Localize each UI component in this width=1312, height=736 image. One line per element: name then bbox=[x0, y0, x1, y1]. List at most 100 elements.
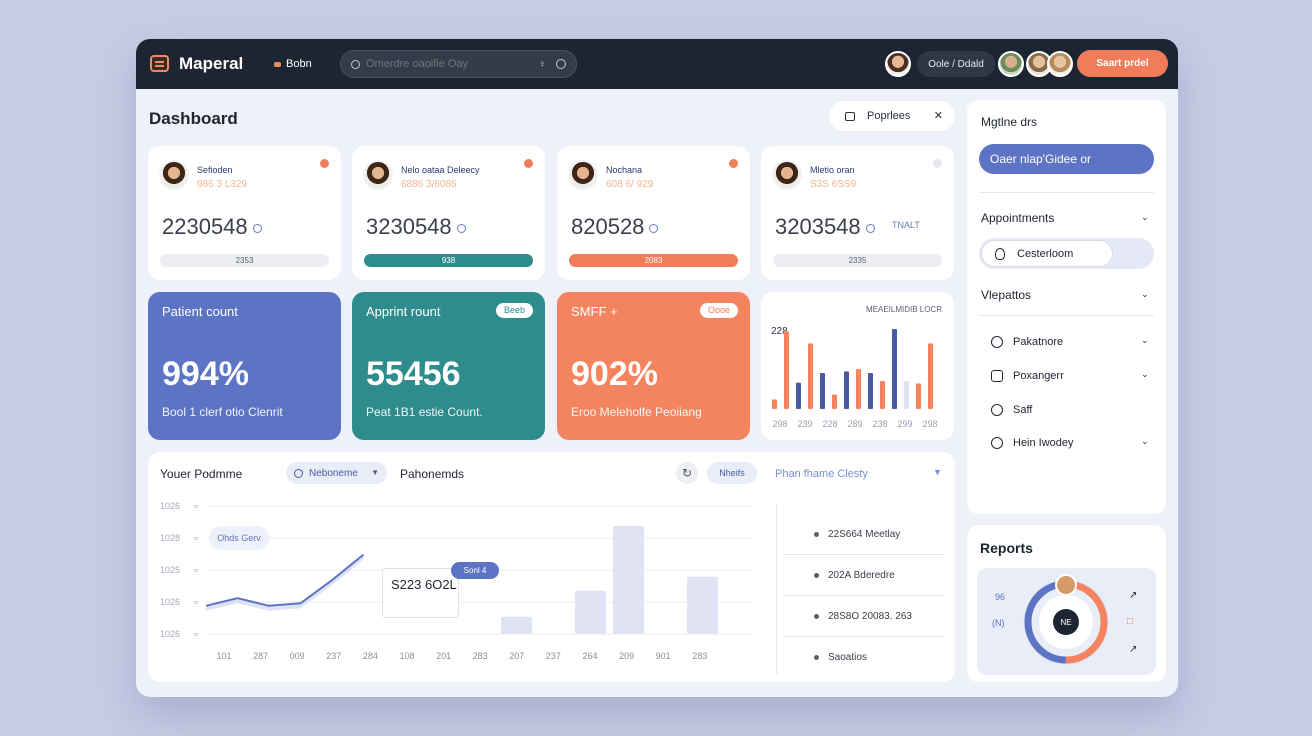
pin-icon bbox=[991, 336, 1003, 348]
mini-chart-bar bbox=[928, 343, 933, 409]
stat-card-name: Mletio oran bbox=[810, 165, 855, 175]
start-button[interactable]: Saart prdel bbox=[1077, 50, 1168, 77]
divider bbox=[776, 504, 777, 674]
chevron-down-icon[interactable]: ⌄ bbox=[1141, 369, 1149, 380]
search-bar[interactable]: ♀ bbox=[340, 50, 577, 78]
close-icon[interactable]: ✕ bbox=[934, 109, 943, 122]
filter-chip[interactable]: Poprlees ✕ bbox=[829, 101, 955, 131]
list-item-label: 22S664 Meetlay bbox=[828, 528, 901, 540]
calendar-icon bbox=[845, 111, 855, 121]
stat-card[interactable]: Nelo oataa Deleecy 6886 3/6086 3230548 9… bbox=[352, 146, 545, 280]
arrow-icon[interactable]: ↗ bbox=[1129, 644, 1137, 655]
report-side-label: 96 bbox=[995, 592, 1006, 602]
divider bbox=[979, 315, 1154, 316]
card-badge[interactable]: Beeb bbox=[495, 303, 533, 318]
chevron-down-icon[interactable]: ⌄ bbox=[1141, 212, 1149, 223]
mini-chart-bar bbox=[868, 373, 873, 409]
chevron-down-icon[interactable]: ⌄ bbox=[1141, 436, 1149, 447]
app-name: Maperal bbox=[179, 54, 244, 73]
list-item[interactable]: Saoatios bbox=[784, 637, 944, 678]
card-label: Apprint rount bbox=[366, 304, 441, 319]
target-icon[interactable] bbox=[556, 59, 566, 69]
stat-card-name: Nelo oataa Deleecy bbox=[401, 165, 480, 175]
mini-chart-bar bbox=[880, 381, 885, 409]
info-icon bbox=[649, 223, 659, 233]
filter-pill[interactable]: Nheifs bbox=[707, 462, 757, 484]
mini-chart-bar bbox=[856, 369, 861, 409]
card-desc: Peat 1B1 estie Count. bbox=[366, 405, 483, 419]
chart-tooltip: S223 6O2L bbox=[382, 568, 459, 618]
chevron-down-icon[interactable]: ⌄ bbox=[1141, 335, 1149, 346]
avatar bbox=[1055, 574, 1077, 596]
location-pin-icon[interactable]: ♀ bbox=[539, 59, 547, 70]
patient-count-card[interactable]: Patient count 994% Bool 1 clerf otio Cle… bbox=[148, 292, 341, 440]
tab-link[interactable]: Pahonemds bbox=[400, 467, 464, 481]
circle-icon bbox=[294, 468, 303, 478]
mini-chart-bar bbox=[772, 399, 777, 409]
x-axis-label: 283 bbox=[692, 651, 707, 661]
y-axis-tick: ≈ bbox=[194, 598, 199, 607]
team-avatar[interactable] bbox=[998, 51, 1024, 77]
status-dot bbox=[524, 159, 533, 168]
filter-dropdown[interactable]: Neboneme ▼ bbox=[286, 462, 387, 484]
y-axis-tick: ≈ bbox=[194, 502, 199, 511]
secondary-link[interactable]: Phan fhame Clesty bbox=[775, 468, 868, 480]
list-item[interactable]: 28S8O 20083. 263 bbox=[784, 596, 944, 637]
list-item-label: 28S8O 20083. 263 bbox=[828, 610, 912, 622]
top-nav-link[interactable]: Bobn bbox=[274, 58, 312, 70]
y-axis-label: 1026 bbox=[160, 597, 180, 607]
arrow-icon[interactable]: ↗ bbox=[1129, 590, 1137, 601]
status-dot bbox=[729, 159, 738, 168]
stat-card[interactable]: Mletio oran S3S 6SS9 3203548 TNALT 2335 bbox=[761, 146, 954, 280]
stat-card[interactable]: Sefioden 986 3 L329 2230548 2353 bbox=[148, 146, 341, 280]
y-axis-label: 1025 bbox=[160, 565, 180, 575]
status-dot bbox=[933, 159, 942, 168]
x-axis-label: 108 bbox=[399, 651, 414, 661]
mini-chart-x-label: 289 bbox=[847, 419, 862, 429]
stat-value: 3203548 bbox=[775, 214, 875, 240]
sidebar-item[interactable]: Poxangerr bbox=[991, 370, 1064, 382]
section-appointments[interactable]: Appointments bbox=[981, 211, 1054, 225]
mini-chart-bar bbox=[796, 382, 801, 409]
avatar bbox=[568, 160, 598, 190]
reports-widget: NE 96 (N) ↗ □ ↗ bbox=[977, 568, 1156, 675]
top-nav-link-label: Bobn bbox=[286, 58, 312, 70]
section-updates[interactable]: Vlepattos bbox=[981, 288, 1031, 302]
stat-card-sub: 6886 3/6086 bbox=[401, 179, 457, 190]
stat-card-sub: 986 3 L329 bbox=[197, 179, 248, 190]
column-bar bbox=[613, 526, 644, 634]
sidebar-item[interactable]: Saff bbox=[991, 404, 1032, 416]
chevron-down-icon[interactable]: ⌄ bbox=[1141, 289, 1149, 300]
card-label: Patient count bbox=[162, 304, 238, 319]
appointment-count-card[interactable]: Apprint rount Beeb 55456 Peat 1B1 estie … bbox=[352, 292, 545, 440]
sidebar-item[interactable]: Hein Iwodey bbox=[991, 437, 1074, 449]
user-pill[interactable]: Oole / Ddald bbox=[917, 51, 995, 77]
card-badge[interactable]: Oooe bbox=[699, 303, 738, 318]
mini-chart-title: MEAEILMIDIB LOCR bbox=[866, 305, 942, 314]
staff-icon bbox=[991, 404, 1003, 416]
staff-card[interactable]: SMFF + Oooe 902% Eroo Meleholfe Peoiiang bbox=[557, 292, 750, 440]
primary-action-button[interactable]: Oaer nlap'Gidee or bbox=[979, 144, 1154, 174]
event-list: 22S664 Meetlay 202A Bderedre 28S8O 20083… bbox=[784, 514, 944, 678]
status-dot bbox=[320, 159, 329, 168]
chevron-down-icon[interactable]: ▼ bbox=[933, 467, 942, 477]
link-dot-icon bbox=[274, 61, 281, 67]
list-item[interactable]: 202A Bderedre bbox=[784, 555, 944, 596]
stat-value: 3230548 bbox=[366, 214, 466, 240]
view-toggle[interactable]: Cesterloom bbox=[979, 238, 1154, 269]
square-icon[interactable]: □ bbox=[1127, 616, 1133, 627]
sidebar-item[interactable]: Pakatnore bbox=[991, 336, 1063, 348]
x-axis-label: 201 bbox=[436, 651, 451, 661]
search-input[interactable] bbox=[366, 58, 541, 70]
legend-chip[interactable]: Ohds Gerv bbox=[209, 526, 269, 550]
avatar[interactable] bbox=[885, 51, 911, 77]
stat-card[interactable]: Nochana 608 6/ 929 820528 2083 bbox=[557, 146, 750, 280]
mini-chart-x-label: 299 bbox=[897, 419, 912, 429]
sidebar-panel: Mgtlne drs Oaer nlap'Gidee or Appointmen… bbox=[967, 100, 1166, 514]
refresh-icon[interactable]: ↻ bbox=[676, 462, 698, 484]
list-item[interactable]: 22S664 Meetlay bbox=[784, 514, 944, 555]
team-avatar[interactable] bbox=[1047, 51, 1073, 77]
filter-chip-label: Poprlees bbox=[867, 110, 911, 122]
toggle-option[interactable]: Cesterloom bbox=[981, 240, 1113, 267]
x-axis-label: 237 bbox=[546, 651, 561, 661]
